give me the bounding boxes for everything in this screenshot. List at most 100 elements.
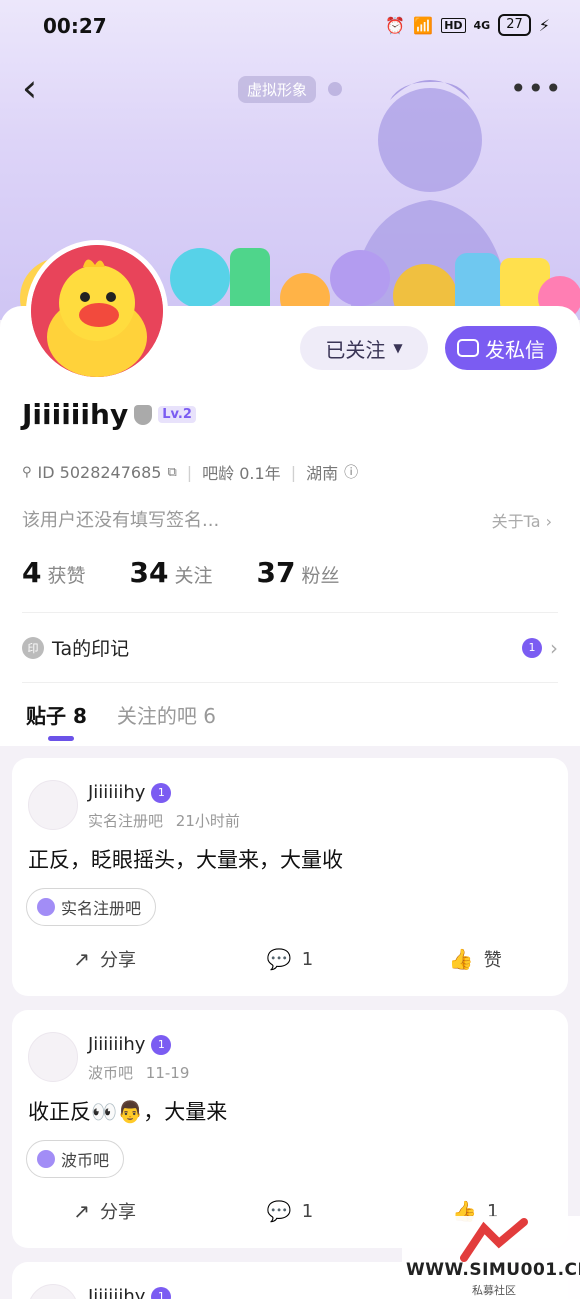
post-time: 11-19 (145, 1064, 190, 1082)
share-icon: ↗ (73, 947, 91, 971)
avatar[interactable] (26, 240, 168, 382)
stat-label: 获赞 (47, 565, 86, 587)
share-label: 分享 (100, 950, 137, 971)
site-watermark: WWW.SIMU001.CN 私募社区 (402, 1216, 580, 1299)
tab-count: 8 (72, 704, 87, 728)
about-link[interactable]: 关于Ta › (492, 508, 552, 532)
more-options-button[interactable]: ••• (510, 72, 563, 105)
search-icon: ⚲ (22, 464, 32, 480)
post-avatar[interactable] (28, 1032, 78, 1082)
post-time: 21小时前 (175, 812, 240, 830)
thumbs-up-icon: 👍 (448, 947, 474, 971)
status-time: 00:27 (43, 14, 107, 38)
post-avatar[interactable] (28, 780, 78, 830)
tab-posts[interactable]: 贴子 8 (26, 700, 87, 741)
comment-icon: 💬 (266, 1199, 292, 1223)
post-username[interactable]: Jiiiiiihy (88, 1034, 145, 1055)
level-badge[interactable]: Lv.2 (158, 406, 196, 423)
watermark-url: WWW.SIMU001.CN (406, 1260, 580, 1280)
send-message-label: 发私信 (485, 337, 545, 362)
stat-number: 37 (256, 556, 296, 589)
user-id: ID 5028247685 (37, 462, 162, 482)
chevron-right-icon: › (545, 512, 552, 531)
stat-label: 关注 (174, 565, 213, 587)
shield-badge-icon (134, 404, 153, 425)
stat-number: 34 (129, 556, 169, 589)
post-meta: 实名注册吧 21小时前 (88, 810, 240, 831)
tab-underline (48, 736, 74, 741)
post-text[interactable]: 收正反👀👨，大量来 (28, 1096, 227, 1126)
forum-tag[interactable]: 波币吧 (26, 1140, 125, 1178)
post-forum: 波币吧 (88, 1064, 134, 1082)
username: Jiiiiiihy (22, 398, 129, 431)
stat-label: 粉丝 (301, 565, 340, 587)
post-forum: 实名注册吧 (88, 812, 164, 830)
user-badge-icon (151, 1286, 172, 1299)
comment-button[interactable]: 💬 1 (197, 1198, 382, 1224)
forum-tag-label: 波币吧 (61, 1151, 110, 1170)
stat-following[interactable]: 34 关注 (130, 556, 213, 589)
network-label: 4G (473, 18, 491, 32)
about-label: 关于Ta (491, 512, 541, 531)
post-text[interactable]: 正反，眨眼摇头，大量来，大量收 (28, 844, 343, 874)
copy-icon[interactable]: ⧉ (167, 465, 176, 480)
stat-fans[interactable]: 37 粉丝 (256, 556, 339, 589)
post-username[interactable]: Jiiiiiihy (88, 1286, 145, 1299)
chevron-down-icon: ▼ (393, 341, 403, 355)
forum-tag-label: 实名注册吧 (61, 899, 142, 918)
hd-label: HD (441, 17, 466, 33)
post-meta: 波币吧 11-19 (88, 1062, 189, 1083)
followed-button[interactable]: 已关注 ▼ (300, 326, 428, 370)
tab-bar: 贴子 8 关注的吧 6 (26, 700, 216, 741)
back-button[interactable]: ‹ (22, 68, 52, 112)
user-badge-icon (151, 1034, 172, 1055)
chevron-right-icon: › (550, 635, 558, 660)
battery-icon: 27 (498, 14, 531, 36)
send-message-button[interactable]: 发私信 (445, 326, 557, 370)
post-card[interactable]: Jiiiiiihy 实名注册吧 21小时前 正反，眨眼摇头，大量来，大量收 实名… (12, 758, 568, 996)
duck-avatar-icon (31, 245, 163, 377)
alarm-icon: ⏰ (385, 15, 406, 35)
wifi-icon: 📶 (413, 15, 434, 35)
stats-row: 4 获赞 34 关注 37 粉丝 (22, 556, 339, 589)
followed-label: 已关注 (325, 337, 386, 362)
virtual-dot (328, 82, 342, 96)
help-icon[interactable]: ⓘ (344, 462, 358, 482)
stat-likes[interactable]: 4 获赞 (22, 556, 86, 589)
like-button[interactable]: 👍 赞 (383, 946, 568, 972)
status-bar: 00:27 ⏰ 📶 HD 4G 27 ⚡ (0, 0, 580, 52)
mark-row[interactable]: 印 Ta的印记 › (22, 634, 558, 661)
comment-count: 1 (301, 948, 314, 970)
charging-icon: ⚡ (538, 15, 550, 35)
comment-icon: 💬 (266, 947, 292, 971)
comment-button[interactable]: 💬 1 (197, 946, 382, 972)
mark-label: Ta的印记 (52, 638, 130, 660)
user-badge-icon (151, 782, 172, 803)
signature: 该用户还没有填写签名... (22, 510, 220, 531)
post-actions: ↗ 分享 💬 1 👍 赞 (12, 946, 568, 972)
post-username[interactable]: Jiiiiiihy (88, 782, 145, 803)
location: 湖南 (306, 464, 339, 483)
virtual-avatar-tag[interactable]: 虚拟形象 (238, 76, 317, 103)
tab-count: 6 (203, 704, 216, 728)
watermark-subtitle: 私募社区 (472, 1284, 516, 1297)
post-avatar[interactable] (28, 1284, 78, 1299)
tab-followed-forums[interactable]: 关注的吧 6 (117, 700, 216, 729)
mark-icon: 印 (22, 636, 44, 659)
forum-age: 吧龄 0.1年 (202, 464, 281, 483)
tab-label: 贴子 (26, 704, 66, 728)
stat-number: 4 (22, 556, 42, 589)
mark-badge-icon (522, 637, 542, 658)
tab-label: 关注的吧 (116, 704, 197, 728)
post-card[interactable]: Jiiiiiihy 波币吧 11-19 收正反👀👨，大量来 波币吧 ↗ 分享 💬… (12, 1010, 568, 1248)
share-button[interactable]: ↗ 分享 (12, 1198, 197, 1224)
forum-icon (37, 1150, 55, 1168)
comment-count: 1 (301, 1200, 314, 1222)
share-icon: ↗ (73, 1199, 91, 1223)
forum-tag[interactable]: 实名注册吧 (26, 888, 157, 926)
like-label: 赞 (483, 950, 502, 971)
share-button[interactable]: ↗ 分享 (12, 946, 197, 972)
forum-icon (37, 898, 55, 916)
mail-icon (457, 339, 479, 357)
share-label: 分享 (100, 1202, 137, 1223)
